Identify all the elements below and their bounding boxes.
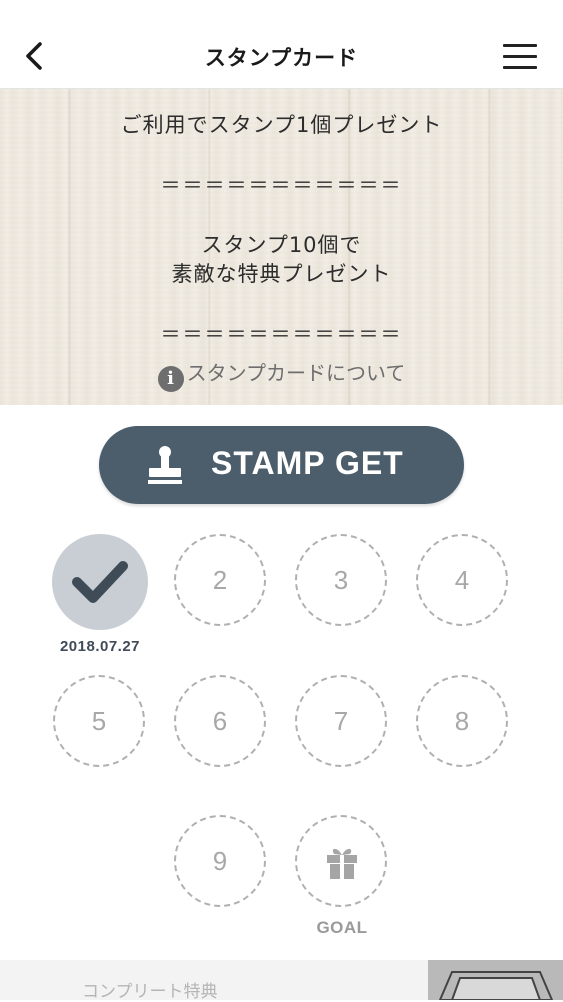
banner-text-line1: ご利用でスタンプ1個プレゼント bbox=[120, 113, 443, 137]
stamp-icon bbox=[148, 446, 182, 484]
stamp-slot-8: 8 bbox=[416, 675, 508, 767]
check-icon bbox=[72, 561, 128, 603]
stamp-slot-3: 3 bbox=[295, 534, 387, 626]
page-title: スタンプカード bbox=[204, 46, 359, 70]
stamp-date: 2018.07.27 bbox=[59, 638, 141, 655]
stamp-slot-7: 7 bbox=[295, 675, 387, 767]
stamp-slot-5: 5 bbox=[53, 675, 145, 767]
banner-text-line2: スタンプ10個で bbox=[201, 233, 362, 257]
complete-reward-label: コンプリート特典 bbox=[82, 982, 218, 1002]
info-icon: i bbox=[157, 366, 184, 392]
stamp-slot-goal bbox=[295, 815, 387, 907]
stamp-slot-2: 2 bbox=[174, 534, 266, 626]
complete-reward-bar[interactable]: コンプリート特典 bbox=[0, 960, 563, 1002]
menu-button[interactable] bbox=[503, 44, 537, 70]
stamp-get-label: STAMP GET bbox=[211, 445, 404, 481]
hamburger-menu-icon bbox=[503, 44, 537, 47]
stamp-slot-9: 9 bbox=[174, 815, 266, 907]
about-stamp-card-link[interactable]: i スタンプカードについて bbox=[0, 357, 563, 392]
stamp-slot-4: 4 bbox=[416, 534, 508, 626]
stamp-slot-1 bbox=[52, 534, 148, 630]
banner-divider-top: ＝＝＝＝＝＝＝＝＝＝＝ bbox=[160, 173, 403, 197]
stamp-get-button[interactable]: STAMP GET bbox=[99, 426, 464, 504]
banner-divider-bottom: ＝＝＝＝＝＝＝＝＝＝＝ bbox=[160, 322, 403, 346]
app-header: スタンプカード bbox=[0, 0, 563, 89]
stamp-slot-6: 6 bbox=[174, 675, 266, 767]
stamp-card-banner: ご利用でスタンプ1個プレゼント ＝＝＝＝＝＝＝＝＝＝＝ スタンプ10個で 素敵な… bbox=[0, 89, 563, 405]
gift-icon bbox=[327, 848, 357, 879]
about-link-label: スタンプカードについて bbox=[186, 361, 406, 385]
reward-image bbox=[438, 971, 554, 1000]
banner-text-line3: 素敵な特典プレゼント bbox=[171, 262, 392, 286]
complete-reward-thumbnail bbox=[428, 960, 563, 1000]
goal-label: GOAL bbox=[316, 918, 368, 937]
